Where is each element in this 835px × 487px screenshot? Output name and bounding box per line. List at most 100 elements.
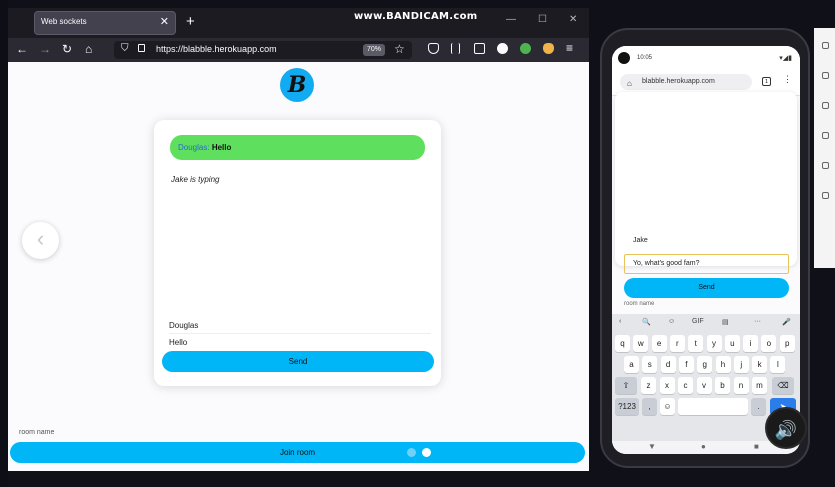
key[interactable]: u [724, 335, 740, 352]
blabble-logo: B [280, 68, 314, 102]
reader-icon[interactable] [474, 43, 485, 54]
more-icon[interactable]: ··· [754, 318, 761, 325]
search-icon[interactable]: 🔍 [642, 318, 651, 326]
shield-icon[interactable]: ⛉ [121, 43, 129, 54]
key[interactable]: ?123 [615, 398, 639, 415]
key[interactable]: x [659, 377, 675, 394]
forward-icon[interactable]: → [39, 42, 51, 56]
key[interactable]: j [733, 356, 749, 373]
join-room-button[interactable]: Join room [10, 442, 585, 463]
key[interactable]: . [751, 398, 766, 415]
more-menu-icon[interactable]: ⋮ [783, 74, 792, 85]
phone-message-input[interactable]: Yo, what's good fam? [624, 254, 789, 274]
new-tab-button[interactable]: + [186, 13, 195, 30]
key[interactable]: i [743, 335, 759, 352]
tab-bar: Web sockets ✕ + www.BANDICAM.com — ☐ ✕ [8, 8, 589, 38]
maximize-button[interactable]: ☐ [538, 14, 547, 25]
phone-screen: 10:05 ▾◢▮ ⌂ blabble.herokuapp.com 1 ⋮ Ja… [612, 46, 800, 454]
phone-name-label: Jake [633, 237, 648, 244]
chat-message: Douglas: Hello [170, 135, 425, 160]
back-nav-icon[interactable]: ▼ [648, 442, 656, 451]
url-text[interactable]: https://blabble.herokuapp.com [156, 44, 277, 54]
library-icon[interactable] [451, 43, 460, 54]
emoji-icon[interactable]: ☺ [668, 318, 675, 325]
speaker-icon[interactable]: 🔊 [765, 407, 807, 449]
profile-icon[interactable] [543, 43, 554, 54]
key[interactable]: p [779, 335, 795, 352]
key[interactable]: s [642, 356, 658, 373]
phone-send-button[interactable]: Send [624, 278, 789, 298]
carousel-dot[interactable] [407, 448, 416, 457]
page-viewport: B Douglas: Hello Jake is typing Douglas … [8, 62, 589, 471]
address-bar[interactable]: ⛉ https://blabble.herokuapp.com 70% ☆ [114, 41, 412, 59]
clipboard-icon[interactable]: ▤ [722, 318, 729, 326]
lock-icon[interactable] [138, 44, 145, 52]
pocket-icon[interactable] [428, 43, 439, 54]
mirror-side-toolbar [814, 28, 835, 268]
hamburger-menu-icon[interactable]: ≡ [566, 41, 573, 55]
key[interactable]: e [651, 335, 667, 352]
account-icon[interactable] [497, 43, 508, 54]
side-tool-icon[interactable] [822, 72, 829, 79]
gif-button[interactable]: GIF [692, 318, 704, 325]
home-nav-icon[interactable]: ● [701, 442, 706, 451]
firefox-window: Web sockets ✕ + www.BANDICAM.com — ☐ ✕ ←… [8, 8, 589, 471]
phone-status-bar: 10:05 ▾◢▮ [612, 46, 800, 68]
home-icon[interactable]: ⌂ [627, 76, 632, 92]
microphone-icon[interactable]: 🎤 [782, 318, 791, 326]
phone-url[interactable]: ⌂ blabble.herokuapp.com [620, 74, 752, 90]
key[interactable]: ⌫ [772, 377, 794, 394]
key[interactable]: y [706, 335, 722, 352]
tab-count-icon[interactable]: 1 [762, 77, 771, 86]
desktop-edge [0, 0, 8, 487]
key[interactable]: q [615, 335, 630, 352]
send-button[interactable]: Send [162, 351, 434, 372]
chevron-left-icon[interactable]: ‹ [22, 222, 59, 259]
key[interactable]: w [633, 335, 649, 352]
close-window-button[interactable]: ✕ [569, 14, 577, 25]
side-tool-icon[interactable] [822, 132, 829, 139]
carousel-dot-active[interactable] [422, 448, 431, 457]
reload-icon[interactable]: ↻ [62, 42, 72, 56]
key[interactable]: c [678, 377, 693, 394]
key[interactable]: k [752, 356, 768, 373]
phone-url-text[interactable]: blabble.herokuapp.com [642, 78, 715, 85]
key[interactable]: l [770, 356, 786, 373]
camera-icon [618, 52, 630, 64]
message-username: Douglas: [178, 143, 210, 152]
key[interactable]: ☺ [660, 398, 675, 415]
key[interactable]: o [761, 335, 777, 352]
key[interactable]: f [678, 356, 694, 373]
key[interactable]: r [669, 335, 685, 352]
key[interactable]: a [624, 356, 639, 373]
key[interactable]: b [715, 377, 730, 394]
close-tab-icon[interactable]: ✕ [160, 15, 169, 28]
phone-page: Jake Yo, what's good fam? Send room name [612, 92, 800, 314]
side-tool-icon[interactable] [822, 42, 829, 49]
key[interactable]: t [688, 335, 704, 352]
back-icon[interactable]: ← [16, 42, 28, 56]
message-input[interactable]: Hello [169, 335, 431, 351]
key[interactable] [678, 398, 748, 415]
side-tool-icon[interactable] [822, 162, 829, 169]
key[interactable]: d [660, 356, 676, 373]
zoom-level-badge[interactable]: 70% [363, 44, 385, 56]
minimize-button[interactable]: — [506, 14, 516, 25]
extension-icon[interactable] [520, 43, 531, 54]
collapse-icon[interactable]: ‹ [619, 318, 621, 325]
key[interactable]: g [697, 356, 713, 373]
key[interactable]: n [733, 377, 749, 394]
key[interactable]: m [752, 377, 767, 394]
key[interactable]: z [641, 377, 656, 394]
home-icon[interactable]: ⌂ [85, 42, 92, 56]
tab-web-sockets[interactable]: Web sockets ✕ [34, 11, 176, 35]
side-tool-icon[interactable] [822, 102, 829, 109]
recents-nav-icon[interactable]: ■ [754, 442, 759, 451]
key[interactable]: v [696, 377, 712, 394]
key[interactable]: h [715, 356, 731, 373]
side-tool-icon[interactable] [822, 192, 829, 199]
bookmark-star-icon[interactable]: ☆ [394, 42, 405, 56]
name-input[interactable]: Douglas [169, 318, 431, 334]
key[interactable]: , [642, 398, 657, 415]
key[interactable]: ⇧ [615, 377, 637, 394]
